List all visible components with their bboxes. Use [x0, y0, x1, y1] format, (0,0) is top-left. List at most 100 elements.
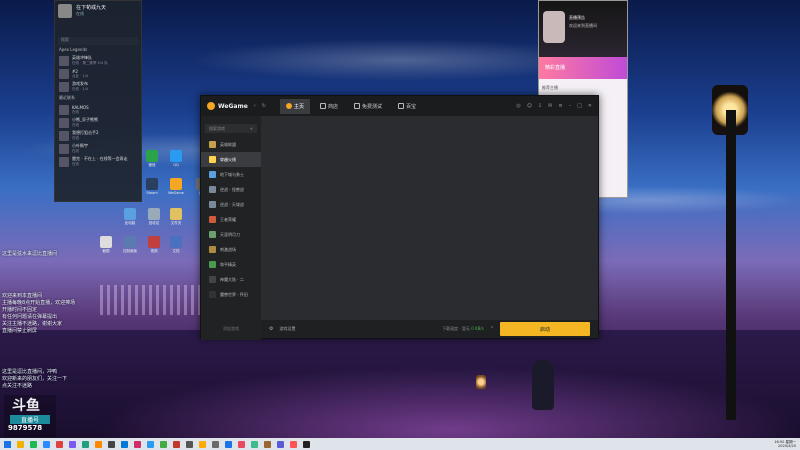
avatar[interactable]: [58, 4, 72, 18]
sidebar-game-item[interactable]: 神魔大陆 · 二: [201, 272, 261, 287]
tab-3[interactable]: 百宝: [392, 99, 422, 114]
desktop-app-icon[interactable]: [124, 236, 136, 248]
add-game-icon[interactable]: +: [250, 126, 253, 131]
taskbar-app-icon[interactable]: [199, 440, 206, 448]
sidebar-game-item[interactable]: 和平精英: [201, 257, 261, 272]
overlay-text-line: 点关注不迷路: [2, 383, 33, 389]
tab-0[interactable]: 主页: [279, 98, 310, 114]
contact-avatar: [59, 156, 69, 167]
taskbar-app-icon[interactable]: [160, 440, 167, 448]
sidebar-game-item[interactable]: 王者荣耀: [201, 212, 261, 227]
collapse-icon[interactable]: ⌃: [490, 326, 494, 332]
group-thumb: [59, 55, 69, 66]
desktop-app-icon[interactable]: [146, 150, 158, 162]
desktop-app-icon[interactable]: [124, 208, 136, 220]
desktop-app-icon[interactable]: [100, 236, 112, 248]
live-banner[interactable]: 精彩直播: [539, 57, 627, 79]
sidebar-game-item[interactable]: 逆战 · 天域战: [201, 197, 261, 212]
desktop-app-icon[interactable]: [170, 236, 182, 248]
contact-list-item[interactable]: 小叶枫宇 在线: [55, 142, 141, 155]
contact-name: 雷克 · 不在上 · 在线等一会再走: [72, 156, 128, 161]
game-label: 王者荣耀: [220, 216, 236, 222]
contact-list-item[interactable]: KALMOS 在线: [55, 103, 141, 116]
desktop-app-icon[interactable]: [148, 208, 160, 220]
group-list-item[interactable]: 英雄冲锋队 在线 · 第二赛季 5/4 队: [55, 54, 141, 67]
taskbar-app-icon[interactable]: [264, 440, 271, 448]
tab-2[interactable]: 免费测试: [348, 99, 388, 114]
add-game-button[interactable]: 添加游戏: [201, 326, 261, 332]
group-info: 在线 · 第二赛季 5/4 队: [72, 61, 108, 65]
message-icon[interactable]: ✉: [548, 103, 552, 109]
tab-label: 免费测试: [362, 103, 383, 110]
taskbar-app-icon[interactable]: [303, 440, 310, 448]
taskbar-app-icon[interactable]: [17, 440, 24, 448]
desktop-app-icon[interactable]: [148, 236, 160, 248]
taskbar-app-icon[interactable]: [134, 440, 141, 448]
sidebar-game-item[interactable]: 地下城与勇士: [201, 167, 261, 182]
download-icon[interactable]: ⇩: [538, 103, 542, 109]
chat-panel-header: 在下荀彧九天 在线: [55, 1, 141, 37]
game-settings-button[interactable]: 游戏设置: [279, 326, 295, 332]
taskbar-clock[interactable]: 16:50 星期一 2020/4/20: [774, 440, 796, 448]
contact-list-item[interactable]: 小熊_呆子熊熊 在线: [55, 116, 141, 129]
chat-panel: 在下荀彧九天 在线 搜索 Apex Legends 英雄冲锋队 在线 · 第二赛季…: [54, 0, 142, 202]
tab-1[interactable]: 商店: [314, 99, 344, 114]
sidebar-game-item[interactable]: 逆战 · 怪兽战: [201, 182, 261, 197]
taskbar-app-icon[interactable]: [238, 440, 245, 448]
live-list-item[interactable]: 推荐主播: [542, 82, 624, 94]
taskbar-app-icon[interactable]: [277, 440, 284, 448]
desktop-app-icon[interactable]: [146, 178, 158, 190]
douyu-badge: 直播号: [10, 415, 50, 424]
back-arrow-icon[interactable]: ‹: [254, 103, 256, 109]
taskbar-app-icon[interactable]: [108, 440, 115, 448]
taskbar-app-icon[interactable]: [95, 440, 102, 448]
group-list-item[interactable]: 游戏发布 在线 · 1/4: [55, 80, 141, 93]
streamer-avatar[interactable]: [543, 11, 565, 43]
taskbar-app-icon[interactable]: [225, 440, 232, 448]
taskbar-app-icon[interactable]: [69, 440, 76, 448]
desktop-icon-label: WeGame: [168, 191, 184, 195]
tab-icon: [285, 103, 292, 109]
sidebar-game-item[interactable]: 穿越火线: [201, 152, 261, 167]
sidebar-game-item[interactable]: 魔兽世界 · 怀旧: [201, 287, 261, 302]
desktop-app-icon[interactable]: [170, 178, 182, 190]
tab-icon: [354, 103, 361, 109]
game-search-input[interactable]: 搜索游戏 +: [205, 124, 257, 133]
maximize-icon[interactable]: □: [577, 103, 582, 109]
sidebar-game-item[interactable]: 天涯明月刀: [201, 227, 261, 242]
refresh-icon[interactable]: ↻: [262, 103, 266, 109]
taskbar-app-icon[interactable]: [173, 440, 180, 448]
taskbar-app-icon[interactable]: [30, 440, 37, 448]
start-game-button[interactable]: 启动: [500, 322, 590, 336]
settings-icon[interactable]: ≡: [558, 103, 562, 109]
overlay-title: 这里是弦水来逗比直播间: [2, 251, 58, 257]
close-icon[interactable]: ✕: [588, 103, 592, 109]
sidebar-game-item[interactable]: 刺激战场: [201, 242, 261, 257]
contact-list-item[interactable]: 雷克 · 不在上 · 在线等一会再走 在线: [55, 155, 141, 168]
windows-start-icon[interactable]: [4, 440, 11, 448]
taskbar-date: 2020/4/20: [778, 444, 796, 448]
group-list-item[interactable]: #2 点此 · 1/4: [55, 67, 141, 80]
taskbar-app-icon[interactable]: [147, 440, 154, 448]
taskbar-app-icon[interactable]: [43, 440, 50, 448]
taskbar-app-icon[interactable]: [82, 440, 89, 448]
sidebar-game-item[interactable]: 英雄联盟: [201, 137, 261, 152]
taskbar-app-icon[interactable]: [212, 440, 219, 448]
friends-icon[interactable]: ☺: [527, 103, 532, 109]
wegame-logo-icon: [207, 102, 215, 110]
desktop-icon-label: 此电脑: [124, 221, 136, 225]
game-settings-icon[interactable]: ⚙: [269, 326, 273, 332]
chat-search-input[interactable]: 搜索: [58, 37, 138, 45]
minimize-icon[interactable]: –: [569, 103, 572, 109]
taskbar-app-icon[interactable]: [186, 440, 193, 448]
gift-icon[interactable]: ◎: [516, 103, 520, 109]
game-icon: [209, 231, 216, 238]
contact-list-item[interactable]: 我想打狙击手2 在线: [55, 129, 141, 142]
desktop-app-icon[interactable]: [170, 150, 182, 162]
taskbar-app-icon[interactable]: [290, 440, 297, 448]
overlay-text-line: 这里是逗比直播间，冲鸭: [2, 369, 58, 375]
taskbar-app-icon[interactable]: [121, 440, 128, 448]
taskbar-app-icon[interactable]: [56, 440, 63, 448]
desktop-app-icon[interactable]: [170, 208, 182, 220]
taskbar-app-icon[interactable]: [251, 440, 258, 448]
